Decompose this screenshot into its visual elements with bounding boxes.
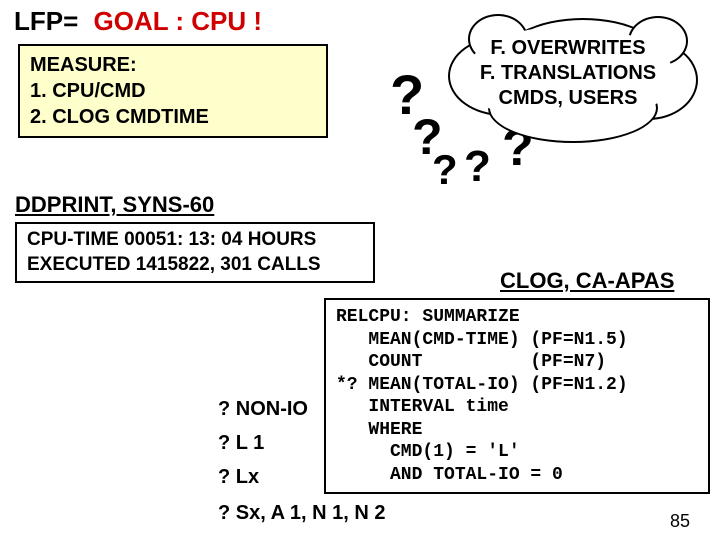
- clog-label: CLOG, CA-APAS: [500, 268, 674, 294]
- cpu-line2: EXECUTED 1415822, 301 CALLS: [27, 253, 363, 278]
- measure-line1: 1. CPU/CMD: [30, 78, 316, 104]
- page-number: 85: [670, 511, 690, 532]
- cloud-text: F. OVERWRITES F. TRANSLATIONS CMDS, USER…: [438, 36, 698, 111]
- q-l1: ? L 1: [218, 432, 264, 455]
- lfp-label: LFP=: [14, 6, 78, 36]
- cloud-callout: F. OVERWRITES F. TRANSLATIONS CMDS, USER…: [438, 18, 698, 158]
- cloud-line3: CMDS, USERS: [438, 86, 698, 111]
- q-lx: ? Lx: [218, 466, 259, 489]
- measure-line2: 2. CLOG CMDTIME: [30, 104, 316, 130]
- cloud-line1: F. OVERWRITES: [438, 36, 698, 61]
- measure-box: MEASURE: 1. CPU/CMD 2. CLOG CMDTIME: [18, 44, 328, 138]
- lfp-goal: GOAL : CPU !: [94, 6, 263, 36]
- cloud-line2: F. TRANSLATIONS: [438, 61, 698, 86]
- question-mark: ?: [432, 146, 458, 194]
- measure-title: MEASURE:: [30, 52, 316, 78]
- lfp-heading: LFP= GOAL : CPU !: [14, 6, 262, 37]
- q-nonio: ? NON-IO: [218, 398, 308, 421]
- cpu-time-box: CPU-TIME 00051: 13: 04 HOURS EXECUTED 14…: [15, 222, 375, 283]
- cpu-line1: CPU-TIME 00051: 13: 04 HOURS: [27, 228, 363, 253]
- q-sx: ? Sx, A 1, N 1, N 2: [218, 502, 385, 525]
- ddprint-label: DDPRINT, SYNS-60: [15, 192, 214, 218]
- question-mark: ?: [464, 142, 491, 192]
- relcpu-box: RELCPU: SUMMARIZE MEAN(CMD-TIME) (PF=N1.…: [324, 298, 710, 494]
